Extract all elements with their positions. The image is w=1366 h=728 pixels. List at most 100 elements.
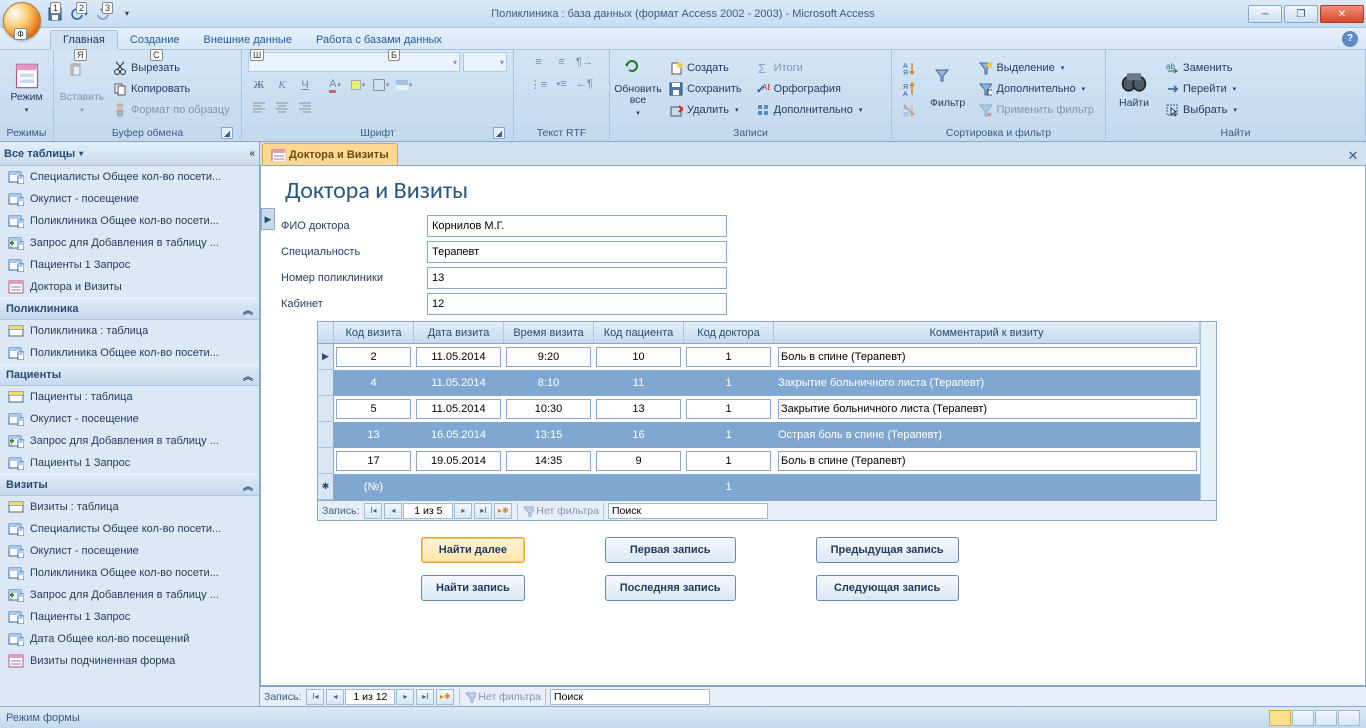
nav-item[interactable]: Окулист - посещение	[0, 408, 259, 430]
tab-dbtools[interactable]: Работа с базами данных	[304, 31, 454, 49]
restore-button[interactable]: ❐	[1284, 5, 1318, 23]
replace-button[interactable]: Заменить	[1160, 58, 1242, 78]
btn-prev-record[interactable]: Предыдущая запись	[816, 537, 959, 563]
view-datasheet[interactable]	[1292, 710, 1314, 726]
altcolor-button[interactable]: ▾	[393, 75, 415, 95]
cell-patient-id[interactable]	[596, 451, 681, 471]
toggle-filter-button[interactable]: Применить фильтр	[973, 100, 1099, 120]
cell-patient-id[interactable]	[596, 347, 681, 367]
nav-category[interactable]: Поликлиника︽	[0, 298, 259, 320]
filter-selection-button[interactable]: Выделение▾	[973, 58, 1099, 78]
sort-desc-button[interactable]	[898, 79, 920, 99]
qat-customize[interactable]: ▾	[116, 3, 138, 25]
spelling-button[interactable]: Орфография	[751, 79, 868, 99]
input-clinic[interactable]	[427, 267, 727, 289]
btn-find-next[interactable]: Найти далее	[421, 537, 525, 563]
btn-next-record[interactable]: Следующая запись	[816, 575, 959, 601]
view-mode-button[interactable]: Режим▾	[6, 56, 47, 122]
col-visit-time[interactable]: Время визита	[504, 322, 594, 343]
sort-asc-button[interactable]	[898, 58, 920, 78]
cell-patient-id[interactable]	[596, 399, 681, 419]
cell-visit-time[interactable]	[506, 347, 591, 367]
align-left-button[interactable]	[248, 98, 270, 118]
minimize-button[interactable]: ─	[1248, 5, 1282, 23]
nav-item[interactable]: Поликлиника : таблица	[0, 320, 259, 342]
view-layout[interactable]	[1315, 710, 1337, 726]
nav-item[interactable]: Пациенты 1 Запрос	[0, 606, 259, 628]
bullist-button[interactable]: •≡	[551, 74, 573, 94]
nav-category[interactable]: Пациенты︽	[0, 364, 259, 386]
cut-button[interactable]: Вырезать	[108, 58, 235, 78]
filter-button[interactable]: Фильтр	[926, 56, 970, 122]
underline-button[interactable]: Ч	[294, 75, 316, 95]
cell-doctor-id[interactable]	[686, 347, 771, 367]
nav-item[interactable]: Пациенты : таблица	[0, 386, 259, 408]
sub-nav-next[interactable]: ▸	[454, 503, 472, 519]
col-patient-id[interactable]: Код пациента	[594, 322, 684, 343]
btn-last-record[interactable]: Последняя запись	[605, 575, 736, 601]
records-more-button[interactable]: Дополнительно▾	[751, 100, 868, 120]
align-right-button[interactable]	[294, 98, 316, 118]
subform-row[interactable]	[318, 448, 1200, 474]
indent-button[interactable]: ≡	[551, 52, 573, 72]
nav-item[interactable]: Поликлиника Общее кол-во посети...	[0, 210, 259, 232]
outdent-button[interactable]: ≡	[528, 52, 550, 72]
nav-category[interactable]: Визиты︽	[0, 474, 259, 496]
record-selector[interactable]: ▶	[261, 208, 275, 230]
subform-scrollbar[interactable]	[1200, 322, 1216, 500]
nav-item[interactable]: Окулист - посещение	[0, 188, 259, 210]
btn-first-record[interactable]: Первая запись	[605, 537, 736, 563]
cell-visit-id[interactable]	[336, 399, 411, 419]
goto-button[interactable]: Перейти▾	[1160, 79, 1242, 99]
sub-nav-new[interactable]: ▸✱	[494, 503, 512, 519]
nav-item[interactable]: Специалисты Общее кол-во посети...	[0, 518, 259, 540]
find-button[interactable]: Найти	[1112, 56, 1156, 122]
rtl-button[interactable]: ←¶	[574, 74, 596, 94]
col-comment[interactable]: Комментарий к визиту	[774, 322, 1200, 343]
nav-item[interactable]: Визиты : таблица	[0, 496, 259, 518]
clear-sort-button[interactable]	[898, 100, 920, 120]
subform-row[interactable]	[318, 396, 1200, 422]
cell-comment[interactable]	[778, 451, 1197, 471]
cell-visit-id[interactable]	[336, 451, 411, 471]
view-design[interactable]	[1338, 710, 1360, 726]
cell-visit-date[interactable]	[416, 347, 501, 367]
sub-nav-pos[interactable]	[403, 503, 453, 519]
nav-item[interactable]: Пациенты 1 Запрос	[0, 254, 259, 276]
tab-home[interactable]: Главная	[50, 30, 118, 50]
paste-button[interactable]: Вставить▾	[60, 56, 104, 122]
font-launcher[interactable]: ◢	[493, 127, 505, 139]
nav-item[interactable]: Поликлиника Общее кол-во посети...	[0, 342, 259, 364]
close-button[interactable]: ✕	[1320, 5, 1364, 23]
bold-button[interactable]: Ж	[248, 75, 270, 95]
filter-advanced-button[interactable]: Дополнительно▾	[973, 79, 1099, 99]
cell-visit-date[interactable]	[416, 399, 501, 419]
nav-item[interactable]: Пациенты 1 Запрос	[0, 452, 259, 474]
cell-doctor-id[interactable]	[686, 399, 771, 419]
cell-visit-date[interactable]	[416, 451, 501, 471]
sub-nav-first[interactable]: I◂	[364, 503, 382, 519]
doc-close-button[interactable]: ✕	[1344, 147, 1362, 165]
sub-nav-last[interactable]: ▸I	[474, 503, 492, 519]
nav-item[interactable]: Запрос для Добавления в таблицу ...	[0, 430, 259, 452]
nav-item[interactable]: Окулист - посещение	[0, 540, 259, 562]
nav-item[interactable]: Запрос для Добавления в таблицу ...	[0, 232, 259, 254]
sub-nav-prev[interactable]: ◂	[384, 503, 402, 519]
subform-row[interactable]: 411.05.20148:10 111Закрытие больничного …	[318, 370, 1200, 396]
save-record-button[interactable]: Сохранить	[664, 79, 747, 99]
nav-item[interactable]: Доктора и Визиты	[0, 276, 259, 298]
select-button[interactable]: Выбрать▾	[1160, 100, 1242, 120]
subform-row[interactable]: ▶	[318, 344, 1200, 370]
sub-nav-search[interactable]	[608, 503, 768, 519]
outer-nav-search[interactable]	[550, 689, 710, 705]
ltr-button[interactable]: ¶→	[574, 52, 596, 72]
format-painter-button[interactable]: Формат по образцу	[108, 100, 235, 120]
font-size-combo[interactable]: ▾	[463, 52, 507, 72]
subform-row[interactable]: 1316.05.201413:15 161Острая боль в спине…	[318, 422, 1200, 448]
outer-nav-new[interactable]: ▸✱	[436, 689, 454, 705]
outer-nav-next[interactable]: ▸	[396, 689, 414, 705]
fill-color-button[interactable]: ▾	[347, 75, 369, 95]
col-visit-date[interactable]: Дата визита	[414, 322, 504, 343]
new-record-button[interactable]: Создать	[664, 58, 747, 78]
doc-tab-active[interactable]: Доктора и Визиты	[262, 143, 398, 165]
